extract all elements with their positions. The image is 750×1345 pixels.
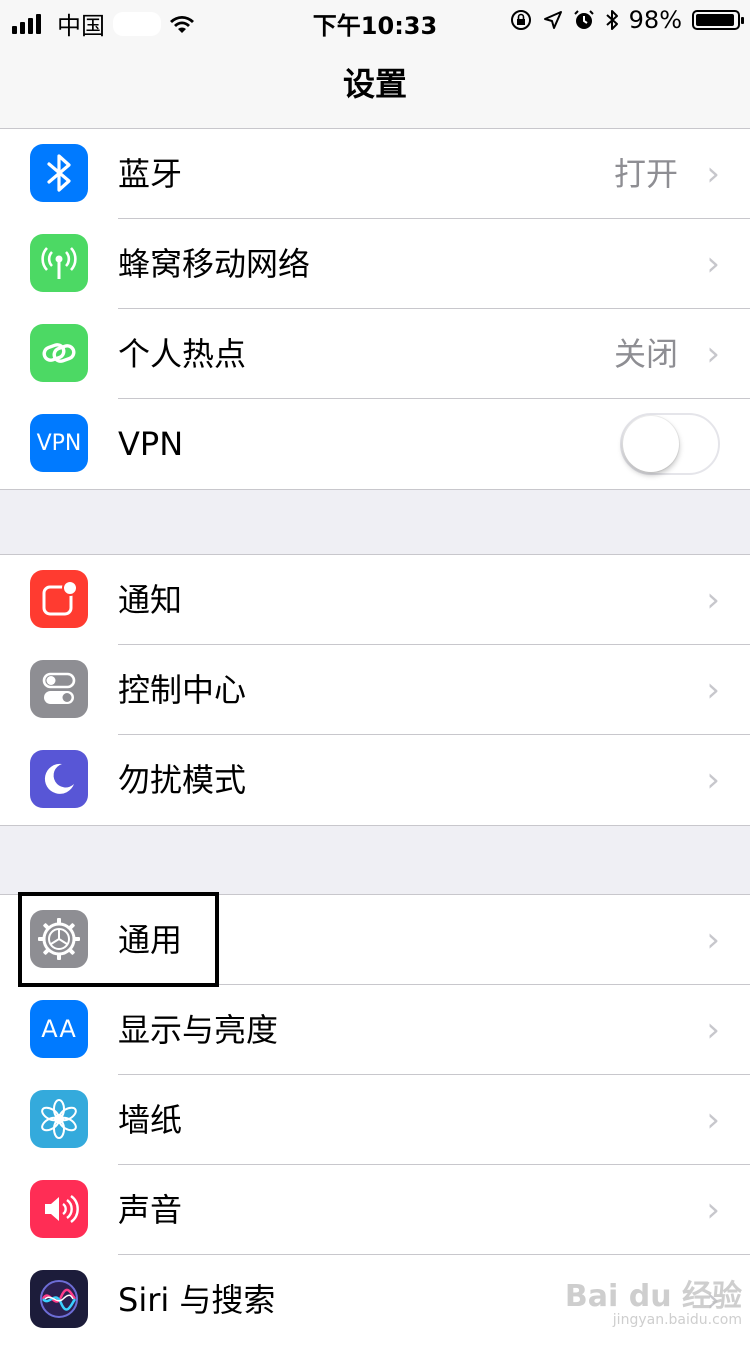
row-label: VPN <box>118 425 184 463</box>
notification-icon <box>30 570 88 628</box>
flower-icon <box>30 1090 88 1148</box>
hotspot-link-icon <box>30 324 88 382</box>
settings-row-vpn: VPN VPN <box>0 399 750 489</box>
chevron-right-icon: › <box>706 920 720 960</box>
row-label: 勿扰模式 <box>118 761 247 799</box>
row-value: 关闭 <box>613 335 678 373</box>
row-label: Siri 与搜索 <box>118 1281 276 1319</box>
settings-row-sounds[interactable]: 声音 › <box>0 1165 750 1255</box>
settings-row-wallpaper[interactable]: 墙纸 › <box>0 1075 750 1165</box>
page-title: 设置 <box>342 65 407 103</box>
chevron-right-icon: › <box>706 244 720 284</box>
settings-group-connectivity: 蓝牙 打开 › 蜂窝移动网络 › 个人热点 关闭 › VPN VPN <box>0 128 750 490</box>
bluetooth-status-icon <box>605 10 618 30</box>
chevron-right-icon: › <box>706 760 720 800</box>
chevron-right-icon: › <box>706 334 720 374</box>
chevron-right-icon: › <box>706 1100 720 1140</box>
navigation-bar: 设置 <box>0 40 750 129</box>
row-label: 显示与亮度 <box>118 1011 279 1049</box>
battery-icon <box>692 10 744 30</box>
row-label: 个人热点 <box>118 335 247 373</box>
watermark: Bai du 经验 jingyan.baidu.com <box>564 1279 742 1329</box>
siri-icon <box>30 1270 88 1328</box>
chevron-right-icon: › <box>706 154 720 194</box>
row-label: 墙纸 <box>118 1101 183 1139</box>
row-label: 蜂窝移动网络 <box>118 245 311 283</box>
moon-icon <box>30 750 88 808</box>
speaker-icon <box>30 1180 88 1238</box>
settings-group-notifications: 通知 › 控制中心 › 勿扰模式 › <box>0 554 750 826</box>
settings-row-notifications[interactable]: 通知 › <box>0 555 750 645</box>
alarm-icon <box>573 10 594 29</box>
antenna-icon <box>30 234 88 292</box>
settings-row-display-brightness[interactable]: AA 显示与亮度 › <box>0 985 750 1075</box>
bluetooth-icon <box>30 144 88 202</box>
toggle-knob <box>623 416 679 472</box>
location-icon <box>543 11 562 29</box>
settings-row-bluetooth[interactable]: 蓝牙 打开 › <box>0 129 750 219</box>
settings-row-cellular[interactable]: 蜂窝移动网络 › <box>0 219 750 309</box>
text-size-icon: AA <box>30 1000 88 1058</box>
settings-row-hotspot[interactable]: 个人热点 关闭 › <box>0 309 750 399</box>
control-center-icon <box>30 660 88 718</box>
chevron-right-icon: › <box>706 670 720 710</box>
row-label: 通知 <box>118 581 183 619</box>
watermark-url: jingyan.baidu.com <box>612 1312 742 1328</box>
chevron-right-icon: › <box>706 1190 720 1230</box>
settings-row-control-center[interactable]: 控制中心 › <box>0 645 750 735</box>
row-value: 打开 <box>613 155 678 193</box>
row-label: 蓝牙 <box>118 155 183 193</box>
settings-row-do-not-disturb[interactable]: 勿扰模式 › <box>0 735 750 825</box>
chevron-right-icon: › <box>706 1010 720 1050</box>
orientation-lock-icon <box>510 10 531 30</box>
chevron-right-icon: › <box>706 580 720 620</box>
vpn-toggle[interactable] <box>620 413 720 475</box>
row-label: 控制中心 <box>118 671 247 709</box>
watermark-text: Bai du 经验 <box>564 1279 742 1314</box>
battery-percent: 98% <box>628 6 682 34</box>
status-bar: 中国 下午10:33 98% <box>0 0 750 40</box>
vpn-icon: VPN <box>30 414 88 472</box>
highlight-box <box>18 892 219 987</box>
row-label: 声音 <box>118 1191 183 1229</box>
